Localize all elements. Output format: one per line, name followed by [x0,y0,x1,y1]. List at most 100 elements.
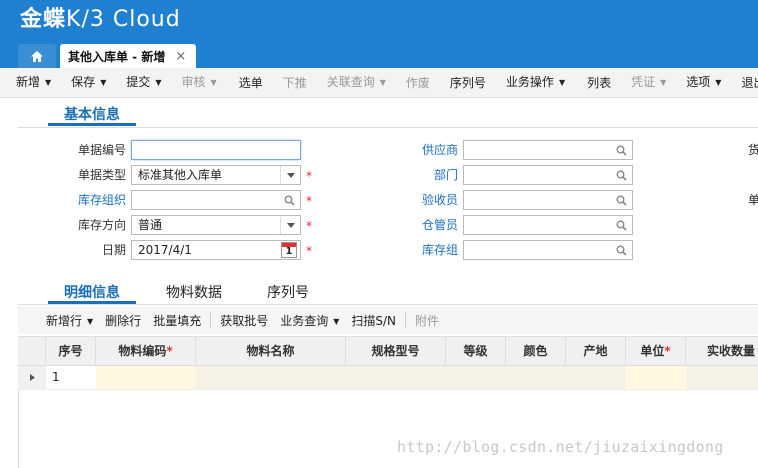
grid-toolbar-label: 新增行 [46,313,83,328]
tab-material-data[interactable]: 物料数据 [166,282,222,304]
col-qty[interactable]: 实收数量 [686,337,758,365]
col-spec[interactable]: 规格型号 [346,337,446,365]
dept-field[interactable] [463,165,633,185]
search-icon[interactable] [284,195,295,206]
toolbar-label: 审核 [181,75,206,90]
cell-unit[interactable] [626,366,686,389]
search-icon[interactable] [616,220,627,231]
date-value: 2017/4/1 [138,243,192,257]
search-icon[interactable] [616,195,627,206]
close-icon[interactable]: × [175,49,186,64]
toolbar-button-15[interactable]: 退出 [731,68,758,98]
grid-toolbar-button-1[interactable]: 删除行 [99,312,147,329]
required-mark: * [306,244,312,258]
toolbar-label: 关联查询 [326,75,375,90]
tab-serial-no[interactable]: 序列号 [267,282,309,304]
col-grade[interactable]: 等级 [446,337,506,365]
cell-seq[interactable]: 1 [46,366,96,389]
col-color[interactable]: 颜色 [506,337,566,365]
toolbar-button-1[interactable]: 保存 ▼ [61,67,116,98]
required-mark: * [306,169,312,183]
caret-down-icon: ▼ [210,77,217,87]
col-seq[interactable]: 序号 [46,337,96,365]
dept-label[interactable]: 部门 [396,165,458,185]
caret-down-icon: ▼ [715,77,722,87]
caret-down-icon: ▼ [100,77,107,87]
stock-org-field[interactable] [131,190,301,210]
toolbar-button-8: 作废 [396,68,440,98]
keeper-field[interactable] [463,215,633,235]
toolbar-label: 列表 [587,75,612,90]
watermark: http://blog.csdn.net/jiuzaixingdong [397,438,724,456]
toolbar-button-9[interactable]: 序列号 [440,68,496,98]
bill-no-label: 单据编号 [77,143,126,157]
caret-down-icon: ▼ [45,77,52,87]
cell-material-code[interactable] [96,366,196,389]
col-origin[interactable]: 产地 [566,337,626,365]
caret-down-icon: ▼ [87,316,94,326]
direction-value: 普通 [138,218,163,232]
stock-group-field[interactable] [463,240,633,260]
toolbar-label: 业务操作 [505,75,554,90]
toolbar-button-0[interactable]: 新增 ▼ [6,67,61,98]
caret-down-icon: ▼ [333,316,340,326]
toolbar-button-12[interactable]: 列表 [577,68,621,98]
grid-header: 序号 物料编码* 物料名称 规格型号 等级 颜色 产地 单位* 实收数量 [18,336,758,366]
section-basic-info[interactable]: 基本信息 [48,104,136,126]
table-row[interactable]: 1 [18,366,758,390]
col-material-code[interactable]: 物料编码* [96,337,196,365]
keeper-label[interactable]: 仓管员 [396,215,458,235]
inspector-field[interactable] [463,190,633,210]
grid-toolbar-button-6[interactable]: 扫描S/N [345,312,402,329]
toolbar-button-13: 凭证 ▼ [621,67,676,98]
grid-body [18,390,758,468]
grid-toolbar-button-4[interactable]: 获取批号 [214,312,274,329]
search-icon[interactable] [616,245,627,256]
toolbar-separator [405,313,407,327]
bill-type-select[interactable]: 标准其他入库单 [131,165,301,185]
supplier-label[interactable]: 供应商 [396,140,458,160]
bill-no-field[interactable] [131,140,301,160]
toolbar-label: 提交 [126,75,151,90]
grid-toolbar-label: 扫描S/N [351,313,397,328]
chevron-down-icon[interactable] [280,166,300,184]
toolbar-button-10[interactable]: 业务操作 ▼ [496,67,575,98]
cell-qty[interactable] [686,366,758,389]
caret-down-icon: ▼ [155,77,162,87]
section-divider [18,127,758,128]
col-material-name[interactable]: 物料名称 [196,337,346,365]
grid-toolbar-label: 获取批号 [220,313,269,328]
bill-type-label: 单据类型 [77,168,126,182]
grid-toolbar-button-2[interactable]: 批量填充 [147,312,207,329]
tab-label: 其他入库单 - 新增 [68,49,166,64]
toolbar-label: 选单 [238,75,263,90]
supplier-field[interactable] [463,140,633,160]
grid-toolbar-label: 业务查询 [280,313,329,328]
calendar-icon[interactable]: 1 [281,242,297,258]
toolbar-label: 退出 [741,75,758,90]
date-field[interactable]: 2017/4/1 1 [131,240,301,260]
stock-org-label[interactable]: 库存组织 [64,190,126,210]
cell-row-fill[interactable] [196,366,626,389]
toolbar-button-7: 关联查询 ▼ [317,67,396,98]
search-icon[interactable] [616,145,627,156]
chevron-down-icon[interactable] [280,216,300,234]
bill-type-value: 标准其他入库单 [138,168,223,182]
row-expand-icon[interactable] [18,366,46,389]
toolbar-button-14[interactable]: 选项 ▼ [676,67,731,98]
tab-home[interactable] [18,44,56,68]
toolbar-button-5[interactable]: 选单 [229,68,273,98]
inspector-label[interactable]: 验收员 [396,190,458,210]
search-icon[interactable] [616,170,627,181]
stock-group-label[interactable]: 库存组 [396,240,458,260]
grid-toolbar-label: 删除行 [105,313,142,328]
tab-detail-info[interactable]: 明细信息 [48,282,136,304]
tab-other-inbound-new[interactable]: 其他入库单 - 新增 × [60,44,196,68]
caret-down-icon: ▼ [558,77,566,87]
toolbar-button-2[interactable]: 提交 ▼ [116,67,171,98]
grid-toolbar-button-5[interactable]: 业务查询 ▼ [274,312,345,329]
col-unit[interactable]: 单位* [626,337,686,365]
grid-corner [18,337,46,365]
direction-select[interactable]: 普通 [131,215,301,235]
grid-toolbar-button-0[interactable]: 新增行 ▼ [40,312,99,329]
